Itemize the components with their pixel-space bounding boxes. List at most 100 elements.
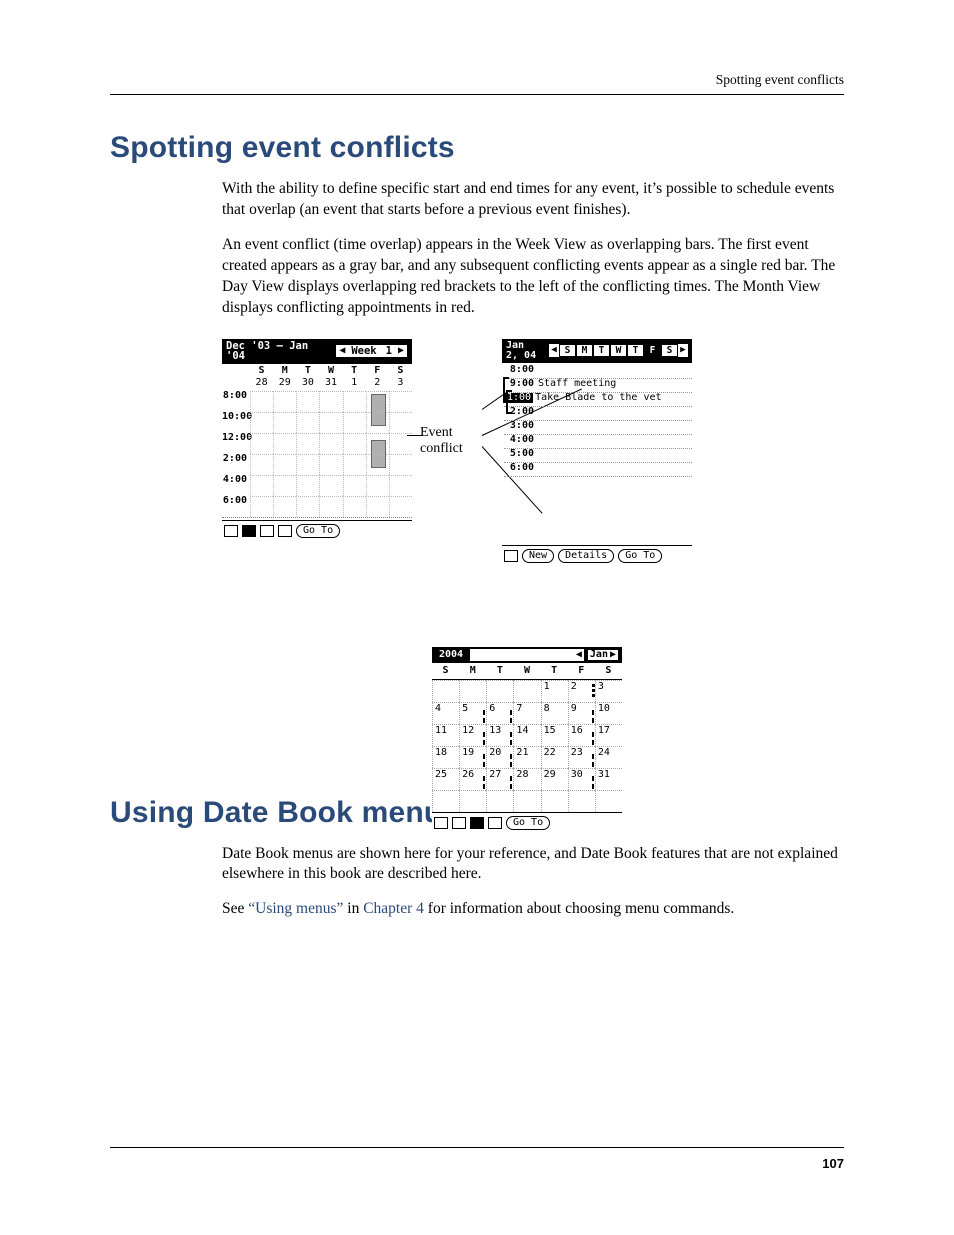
month-view-icon-m[interactable] [470, 817, 484, 829]
week-cell[interactable] [343, 454, 366, 475]
month-cell[interactable] [513, 680, 540, 702]
month-cell[interactable]: 19 [459, 746, 486, 768]
next-day-icon[interactable]: ▶ [678, 344, 688, 358]
month-cell[interactable]: 5 [459, 702, 486, 724]
week-cell[interactable] [389, 454, 412, 475]
week-cell[interactable] [296, 496, 319, 517]
week-cell[interactable] [366, 454, 389, 475]
week-cell[interactable] [366, 475, 389, 496]
day-view-icon[interactable] [224, 525, 238, 537]
day-row[interactable]: 4:00 [504, 435, 692, 449]
week-cell[interactable] [343, 496, 366, 517]
month-cell[interactable] [459, 680, 486, 702]
next-week-icon[interactable]: ▶ [395, 346, 407, 356]
agenda-view-icon-m[interactable] [488, 817, 502, 829]
day-of-week-nav[interactable]: ◀SMTWTFS▶ [549, 344, 688, 358]
week-cell[interactable] [250, 475, 273, 496]
prev-week-icon[interactable]: ◀ [336, 346, 348, 356]
goto-button-day[interactable]: Go To [618, 549, 662, 563]
agenda-icon[interactable] [504, 550, 518, 562]
month-cell[interactable]: 6 [486, 702, 513, 724]
week-cell[interactable] [296, 412, 319, 433]
week-cell[interactable] [250, 391, 273, 412]
month-cell[interactable]: 24 [595, 746, 622, 768]
week-cell[interactable] [273, 391, 296, 412]
month-cell[interactable]: 20 [486, 746, 513, 768]
month-cell[interactable]: 11 [432, 724, 459, 746]
month-cell[interactable]: 25 [432, 768, 459, 790]
week-cell[interactable] [319, 412, 342, 433]
next-month-icon[interactable]: ▶ [610, 650, 616, 660]
dow-cell[interactable]: T [627, 344, 644, 358]
month-cell[interactable]: 22 [541, 746, 568, 768]
week-cell[interactable] [343, 391, 366, 412]
month-cell[interactable]: 28 [513, 768, 540, 790]
day-row[interactable]: 5:00 [504, 449, 692, 463]
week-cell[interactable] [296, 475, 319, 496]
month-cell[interactable]: 10 [595, 702, 622, 724]
day-view-icon-m[interactable] [434, 817, 448, 829]
week-cell[interactable] [296, 454, 319, 475]
month-cell[interactable] [486, 790, 513, 812]
month-cell[interactable]: 26 [459, 768, 486, 790]
day-row[interactable]: 2:00 [504, 407, 692, 421]
day-row[interactable]: 8:00 [504, 365, 692, 379]
week-cell[interactable] [250, 454, 273, 475]
month-cell[interactable]: 7 [513, 702, 540, 724]
month-cell[interactable]: 21 [513, 746, 540, 768]
month-cell[interactable]: 9 [568, 702, 595, 724]
link-using-menus[interactable]: “Using menus” [248, 900, 343, 917]
month-cell[interactable]: 29 [541, 768, 568, 790]
month-cell[interactable] [513, 790, 540, 812]
details-button[interactable]: Details [558, 549, 614, 563]
week-cell[interactable] [273, 454, 296, 475]
month-cell[interactable]: 1 [541, 680, 568, 702]
week-cell[interactable] [319, 391, 342, 412]
month-cell[interactable] [432, 790, 459, 812]
month-cell[interactable]: 30 [568, 768, 595, 790]
week-cell[interactable] [250, 412, 273, 433]
week-cell[interactable] [389, 433, 412, 454]
dow-cell[interactable]: S [661, 344, 678, 358]
week-nav[interactable]: ◀ Week 1 ▶ [335, 344, 408, 358]
day-row[interactable]: 6:00 [504, 463, 692, 477]
month-cell[interactable]: 18 [432, 746, 459, 768]
week-cell[interactable] [319, 496, 342, 517]
month-cell[interactable] [432, 680, 459, 702]
dow-cell[interactable]: T [593, 344, 610, 358]
week-cell[interactable] [389, 412, 412, 433]
week-cell[interactable] [273, 475, 296, 496]
week-cell[interactable] [366, 412, 389, 433]
week-cell[interactable] [389, 391, 412, 412]
week-cell[interactable] [273, 496, 296, 517]
month-cell[interactable]: 16 [568, 724, 595, 746]
month-cell[interactable] [568, 790, 595, 812]
goto-button-month[interactable]: Go To [506, 816, 550, 830]
month-cell[interactable]: 17 [595, 724, 622, 746]
month-cell[interactable]: 23 [568, 746, 595, 768]
week-cell[interactable] [319, 454, 342, 475]
month-cell[interactable] [595, 790, 622, 812]
month-cell[interactable] [486, 680, 513, 702]
week-view-icon[interactable] [242, 525, 256, 537]
week-cell[interactable] [250, 496, 273, 517]
dow-cell[interactable]: W [610, 344, 627, 358]
week-cell[interactable] [343, 412, 366, 433]
dow-cell[interactable]: F [644, 344, 661, 358]
week-cell[interactable] [389, 475, 412, 496]
month-cell[interactable]: 15 [541, 724, 568, 746]
week-cell[interactable] [319, 433, 342, 454]
month-view-icon[interactable] [260, 525, 274, 537]
week-cell[interactable] [366, 391, 389, 412]
dow-cell[interactable]: M [576, 344, 593, 358]
month-cell[interactable]: 13 [486, 724, 513, 746]
day-row[interactable]: 9:00Staff meeting [504, 379, 692, 393]
month-cell[interactable]: 3 [595, 680, 622, 702]
day-row[interactable]: 3:00 [504, 421, 692, 435]
week-cell[interactable] [343, 433, 366, 454]
week-cell[interactable] [366, 433, 389, 454]
day-row[interactable]: 1:00Take Blade to the vet [504, 393, 692, 407]
month-cell[interactable]: 14 [513, 724, 540, 746]
week-cell[interactable] [273, 433, 296, 454]
week-cell[interactable] [296, 391, 319, 412]
